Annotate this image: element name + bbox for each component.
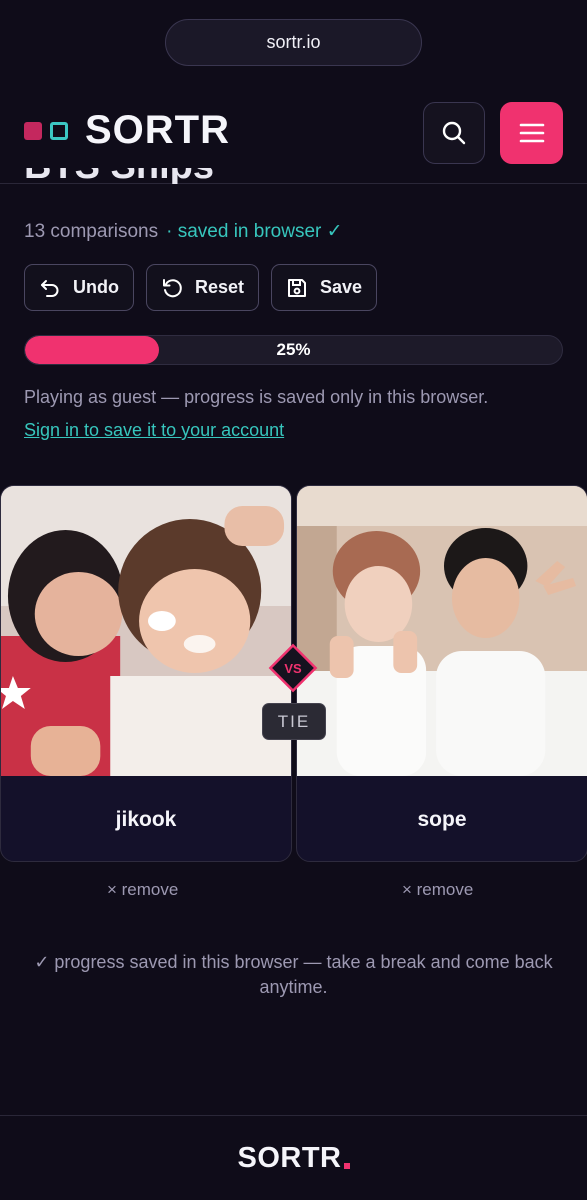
signin-link[interactable]: Sign in to save it to your account	[24, 420, 284, 441]
menu-button[interactable]	[500, 102, 563, 164]
search-button[interactable]	[423, 102, 485, 164]
address-bar[interactable]: sortr.io	[165, 19, 422, 66]
save-icon	[288, 278, 307, 297]
reset-icon	[162, 278, 182, 297]
comparison-count: 13 comparisons	[24, 221, 159, 242]
progress-note: ✓ progress saved in this browser — take …	[34, 952, 553, 997]
vs-badge: VS	[265, 640, 321, 696]
tie-button[interactable]: TIE	[262, 703, 326, 740]
save-label: Save	[320, 277, 363, 297]
logo-teal-square-icon	[50, 121, 68, 140]
page: sortr.io SORTR BTS Ships 13 comparisons ·…	[0, 0, 587, 1200]
undo-icon	[41, 279, 59, 297]
guest-message: Playing as guest — progress is saved onl…	[24, 387, 489, 407]
footer-logo-text[interactable]: SORTR	[238, 1142, 342, 1175]
footer-logo-dot-icon	[343, 1163, 350, 1169]
option-photo-left	[1, 486, 291, 776]
remove-left-button[interactable]: × remove	[107, 880, 178, 900]
option-name-right: sope	[417, 807, 467, 831]
save-button[interactable]: Save	[271, 264, 378, 311]
page-title: BTS Ships	[24, 168, 214, 184]
option-photo-right	[297, 486, 587, 776]
logo-text: SORTR	[85, 108, 230, 152]
hamburger-icon	[519, 123, 544, 143]
option-card-left[interactable]: jikook	[0, 485, 292, 862]
search-icon	[442, 121, 466, 145]
undo-label: Undo	[73, 277, 119, 297]
reset-label: Reset	[194, 277, 245, 297]
logo-pink-square-icon	[24, 121, 42, 140]
undo-button[interactable]: Undo	[24, 264, 134, 311]
logo[interactable]: SORTR	[24, 108, 230, 153]
site-footer: SORTR	[0, 1115, 587, 1200]
action-bar: Undo Reset Save	[24, 264, 378, 311]
tie-label: TIE	[277, 711, 311, 731]
reset-button[interactable]: Reset	[145, 264, 260, 311]
saved-status: · saved in browser ✓	[166, 221, 343, 242]
option-name-left: jikook	[115, 807, 177, 831]
progress-label: 25%	[276, 340, 311, 359]
comparison-meta: 13 comparisons · saved in browser ✓	[24, 220, 343, 243]
option-card-right[interactable]: sope	[296, 485, 587, 862]
progress-bar: 25%	[24, 335, 563, 365]
vs-label: VS	[284, 660, 302, 676]
remove-right-button[interactable]: × remove	[402, 880, 473, 900]
address-url: sortr.io	[266, 32, 321, 52]
